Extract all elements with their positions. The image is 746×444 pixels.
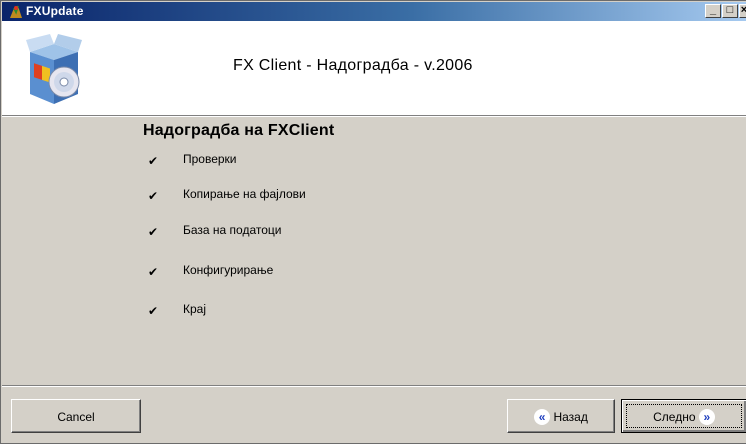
minimize-button[interactable]: _ [705, 4, 721, 18]
setup-box-cd-icon [26, 34, 82, 104]
step-label: Конфигурирање [183, 263, 274, 277]
cancel-button[interactable]: Cancel [11, 399, 141, 433]
header-title: FX Client - Надоградба - v.2006 [233, 57, 473, 74]
section-title: Надоградба на FXClient [143, 122, 335, 139]
close-button[interactable]: × [739, 4, 746, 18]
focus-rectangle [626, 404, 742, 428]
double-chevron-left-icon: « [534, 408, 551, 425]
app-icon [10, 5, 22, 18]
title-bar[interactable]: FXUpdate _ □ × [2, 2, 746, 21]
maximize-button[interactable]: □ [722, 4, 738, 18]
check-icon: ✔ [148, 304, 159, 318]
check-icon: ✔ [148, 265, 159, 279]
step-label: База на податоци [183, 223, 282, 237]
main-content: Надоградба на FXClient ✔ Проверки ✔ Копи… [2, 117, 746, 385]
check-icon: ✔ [148, 225, 159, 239]
check-icon: ✔ [148, 189, 159, 203]
step-label: Копирање на фајлови [183, 187, 306, 201]
footer-divider [2, 385, 746, 387]
window-title: FXUpdate [26, 4, 84, 18]
check-icon: ✔ [148, 154, 159, 168]
installer-window: FXUpdate _ □ × FX Client - Надоградба - … [0, 0, 746, 444]
cancel-label: Cancel [57, 409, 95, 424]
step-label: Крај [183, 302, 207, 316]
step-label: Проверки [183, 152, 237, 166]
back-label: Назад [553, 409, 588, 424]
back-button[interactable]: « Назад [507, 399, 615, 433]
wizard-header: FX Client - Надоградба - v.2006 [2, 21, 746, 116]
next-button[interactable]: Следно » [621, 399, 746, 433]
